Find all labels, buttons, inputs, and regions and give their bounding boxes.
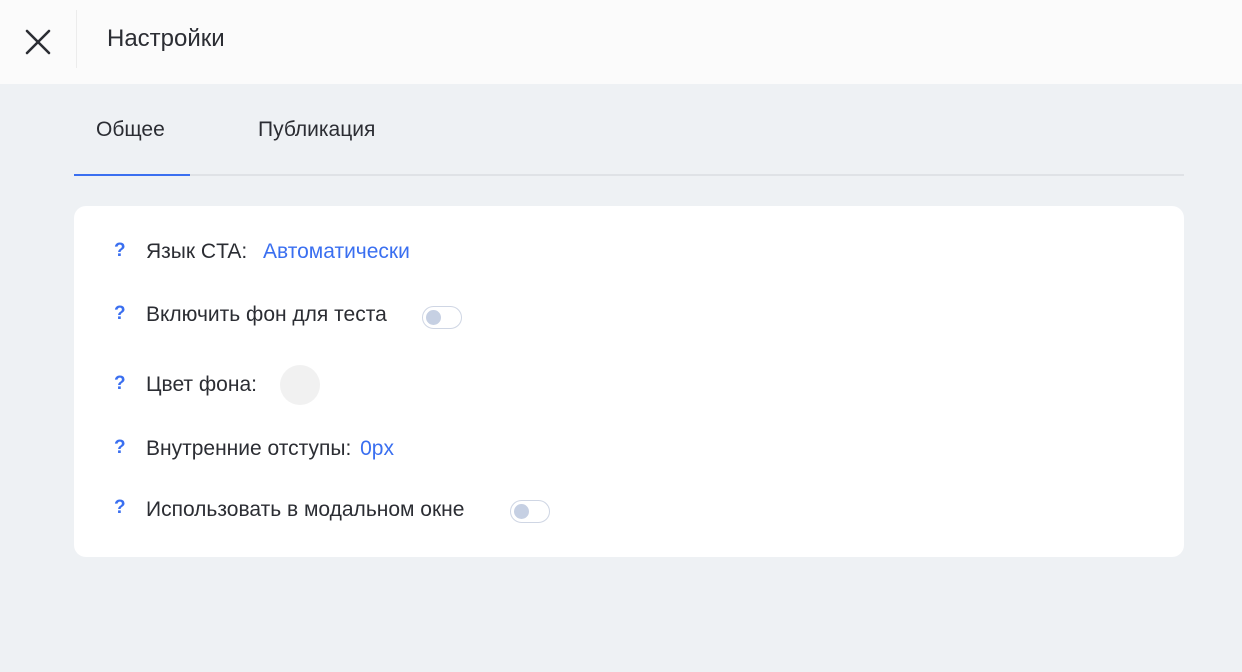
help-icon-cta-language[interactable]: ? bbox=[114, 241, 126, 261]
cta-language-label: Язык CTA: bbox=[146, 240, 248, 263]
top-bar: Настройки bbox=[0, 0, 1242, 84]
background-color-label: Цвет фона: bbox=[146, 373, 257, 396]
cta-language-row: Язык CTA: Автоматически bbox=[146, 238, 410, 266]
cta-language-select[interactable]: Автоматически bbox=[263, 240, 410, 263]
test-background-toggle[interactable] bbox=[422, 306, 462, 329]
toggle-knob bbox=[426, 310, 441, 325]
modal-label: Использовать в модальном окне bbox=[146, 498, 465, 521]
page-title: Настройки bbox=[107, 25, 225, 52]
close-icon bbox=[25, 29, 51, 55]
toggle-knob bbox=[514, 504, 529, 519]
tab-general[interactable]: Общее bbox=[96, 116, 165, 144]
settings-card: ? Язык CTA: Автоматически ? Включить фон… bbox=[74, 206, 1184, 557]
active-tab-indicator bbox=[74, 174, 190, 176]
padding-value[interactable]: 0px bbox=[360, 437, 394, 460]
help-icon-modal[interactable]: ? bbox=[114, 498, 126, 518]
padding-label: Внутренние отступы: bbox=[146, 437, 352, 460]
tab-publication[interactable]: Публикация bbox=[258, 116, 375, 144]
modal-toggle[interactable] bbox=[510, 500, 550, 523]
test-background-label: Включить фон для теста bbox=[146, 303, 387, 326]
help-icon-padding[interactable]: ? bbox=[114, 438, 126, 458]
help-icon-background-color[interactable]: ? bbox=[114, 374, 126, 394]
padding-row: Внутренние отступы: 0px bbox=[146, 435, 394, 463]
background-color-swatch[interactable] bbox=[280, 365, 320, 405]
help-icon-test-background[interactable]: ? bbox=[114, 304, 126, 324]
tab-bar-divider bbox=[74, 174, 1184, 176]
close-button[interactable] bbox=[0, 0, 76, 84]
header-divider bbox=[76, 10, 77, 68]
tab-bar: Общее Публикация bbox=[74, 84, 1184, 176]
